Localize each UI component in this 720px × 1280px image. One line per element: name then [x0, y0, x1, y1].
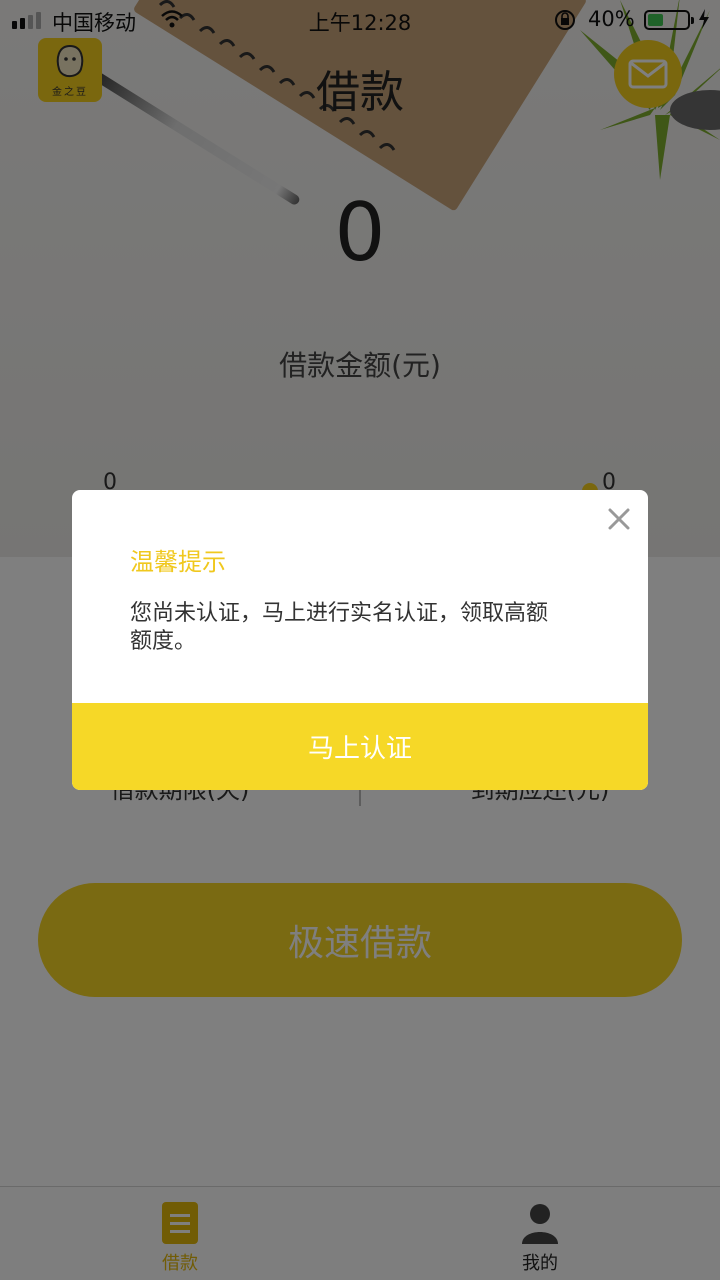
dialog-message: 您尚未认证，马上进行实名认证，领取高额额度。: [130, 601, 549, 654]
reminder-dialog: 温馨提示 您尚未认证，马上进行实名认证，领取高额额度。 马上认证: [72, 490, 648, 790]
dialog-title: 温馨提示: [130, 548, 226, 576]
close-icon[interactable]: [606, 506, 632, 532]
verify-now-button[interactable]: 马上认证: [72, 703, 648, 790]
